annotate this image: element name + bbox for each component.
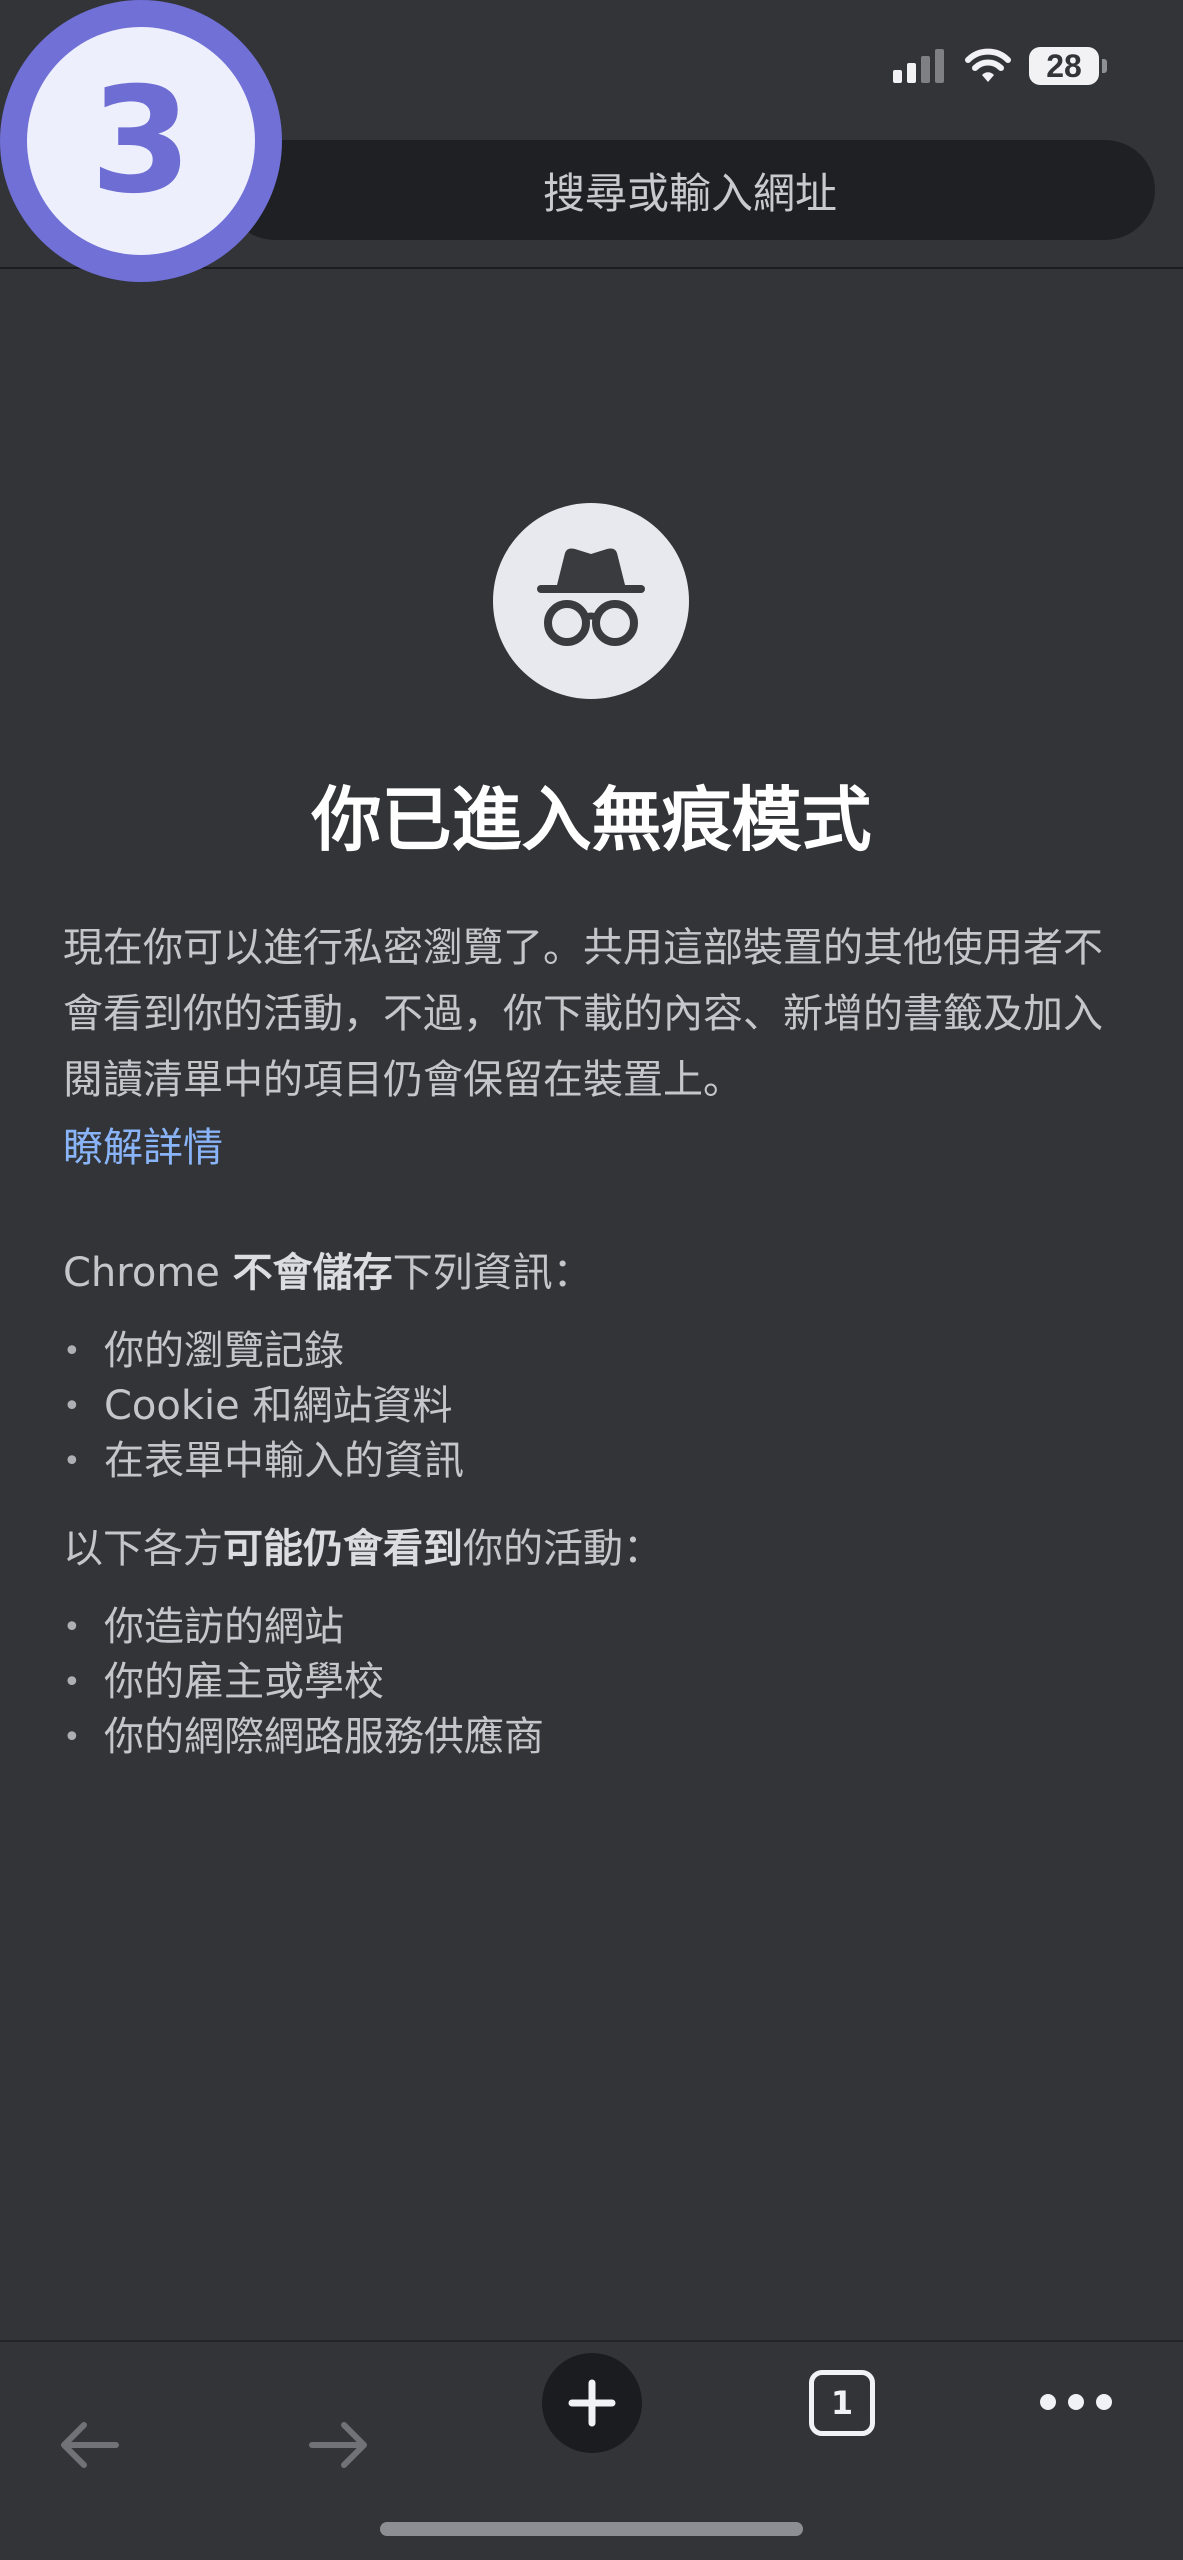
bottom-divider: [0, 2340, 1183, 2342]
new-tab-button[interactable]: [542, 2353, 642, 2453]
battery-level: 28: [1029, 47, 1099, 85]
more-menu-button[interactable]: [1028, 2372, 1124, 2432]
not-saved-prefix: Chrome: [63, 1250, 233, 1296]
forward-button[interactable]: [290, 2395, 390, 2495]
incognito-icon: [493, 503, 689, 699]
list-item: 你的網際網路服務供應商: [63, 1710, 1133, 1765]
not-saved-emphasis: 不會儲存: [232, 1250, 393, 1296]
list-item: 你造訪的網站: [63, 1600, 1133, 1655]
list-item: 你的瀏覽記錄: [63, 1324, 1133, 1379]
list-item: Cookie 和網站資料: [63, 1379, 1133, 1434]
address-bar[interactable]: 搜尋或輸入網址: [225, 140, 1155, 240]
may-see-heading: 以下各方可能仍會看到你的活動：: [63, 1516, 1133, 1582]
home-indicator[interactable]: [380, 2522, 803, 2536]
battery-indicator: 28: [1029, 47, 1107, 85]
may-see-prefix: 以下各方: [63, 1526, 223, 1572]
incognito-info: 現在你可以進行私密瀏覽了。共用這部裝置的其他使用者不會看到你的活動，不過，你下載…: [63, 915, 1133, 1765]
step-number: 3: [27, 27, 255, 255]
more-dots-icon: [1040, 2394, 1056, 2410]
not-saved-suffix: 下列資訊：: [392, 1250, 593, 1296]
may-see-list: 你造訪的網站 你的雇主或學校 你的網際網路服務供應商: [63, 1600, 1133, 1765]
may-see-emphasis: 可能仍會看到: [223, 1526, 463, 1572]
status-icons: 28: [893, 44, 1107, 88]
step-badge: 3: [0, 0, 282, 282]
list-item: 在表單中輸入的資訊: [63, 1434, 1133, 1489]
plus-icon: [568, 2379, 616, 2427]
back-button[interactable]: [38, 2395, 138, 2495]
tab-count: 1: [830, 2384, 854, 2422]
tab-switcher-button[interactable]: 1: [809, 2370, 875, 2436]
list-item: 你的雇主或學校: [63, 1655, 1133, 1710]
not-saved-heading: Chrome 不會儲存下列資訊：: [63, 1240, 1133, 1306]
page-title: 你已進入無痕模式: [311, 779, 872, 861]
back-arrow-icon: [61, 2422, 119, 2468]
learn-more-link[interactable]: 瞭解詳情: [63, 1115, 1133, 1181]
wifi-icon: [965, 48, 1011, 82]
more-dots-icon: [1068, 2394, 1084, 2410]
more-dots-icon: [1096, 2394, 1112, 2410]
cellular-signal-icon: [893, 49, 944, 83]
not-saved-list: 你的瀏覽記錄 Cookie 和網站資料 在表單中輸入的資訊: [63, 1324, 1133, 1489]
forward-arrow-icon: [309, 2422, 367, 2468]
battery-tip: [1102, 59, 1107, 73]
intro-text: 現在你可以進行私密瀏覽了。共用這部裝置的其他使用者不會看到你的活動，不過，你下載…: [63, 925, 1103, 1103]
may-see-suffix: 你的活動：: [463, 1526, 663, 1572]
address-bar-placeholder: 搜尋或輸入網址: [542, 168, 837, 218]
